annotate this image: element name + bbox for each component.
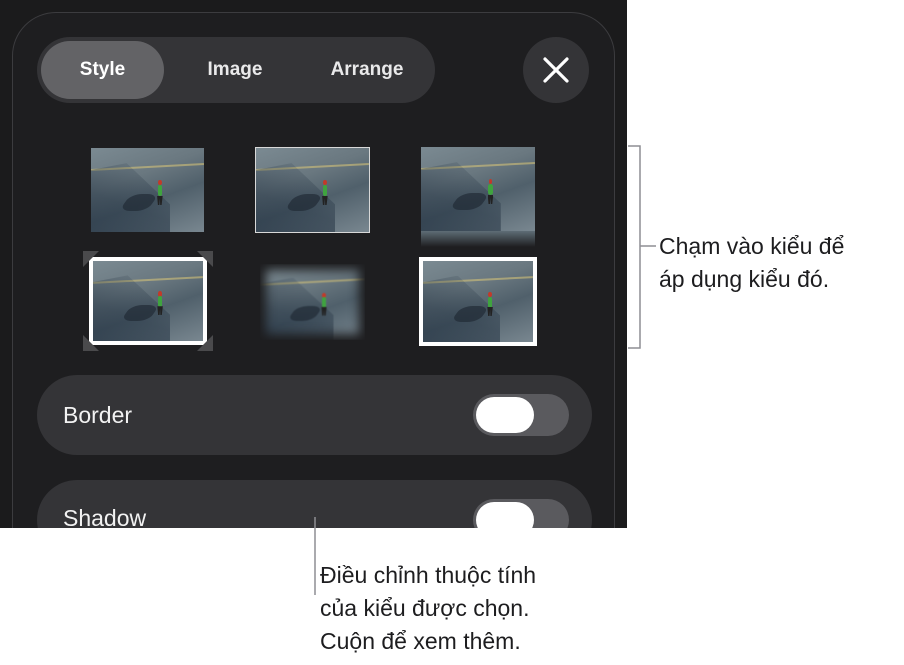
photo-image — [256, 148, 369, 232]
style-thumb-no-border[interactable] — [91, 148, 204, 232]
photo-image — [91, 148, 204, 232]
tab-style[interactable]: Style — [41, 41, 164, 99]
photo-image — [421, 147, 535, 231]
properties-callout-line1: Điều chỉnh thuộc tính — [320, 562, 537, 588]
styles-callout: Chạm vào kiểu để áp dụng kiểu đó. — [659, 230, 844, 296]
border-label: Border — [63, 401, 133, 428]
tab-image[interactable]: Image — [170, 41, 300, 99]
toggle-knob — [476, 502, 534, 528]
styles-bracket — [628, 145, 656, 349]
close-x-icon — [543, 57, 569, 83]
shadow-label: Shadow — [63, 504, 147, 529]
properties-callout-line2: của kiểu được chọn. — [320, 595, 530, 621]
style-thumb-corner-mount[interactable] — [83, 251, 213, 351]
style-sheet: Style Image Arrange Border Shadow — [12, 12, 615, 528]
properties-callout-line3: Cuộn để xem thêm. — [320, 628, 521, 654]
styles-callout-line2: áp dụng kiểu đó. — [659, 266, 830, 292]
toggle-knob — [476, 397, 534, 433]
tab-arrange[interactable]: Arrange — [302, 41, 432, 99]
style-thumb-reflection[interactable] — [421, 147, 535, 247]
format-panel: Style Image Arrange Border Shadow — [0, 0, 627, 528]
photo-image — [423, 261, 533, 342]
border-toggle[interactable] — [473, 394, 569, 436]
close-button[interactable] — [523, 37, 589, 103]
style-thumb-soft-edge[interactable] — [260, 264, 365, 340]
photo-image — [93, 261, 203, 341]
styles-callout-line1: Chạm vào kiểu để — [659, 233, 845, 259]
segmented-control: Style Image Arrange — [37, 37, 435, 103]
style-thumb-thin-border[interactable] — [255, 147, 370, 233]
border-row: Border — [37, 375, 592, 455]
reflection-effect — [421, 231, 535, 247]
shadow-toggle[interactable] — [473, 499, 569, 528]
properties-callout: Điều chỉnh thuộc tính của kiểu được chọn… — [320, 559, 536, 658]
style-thumb-white-frame[interactable] — [419, 257, 537, 346]
soft-edge-effect — [260, 264, 365, 340]
